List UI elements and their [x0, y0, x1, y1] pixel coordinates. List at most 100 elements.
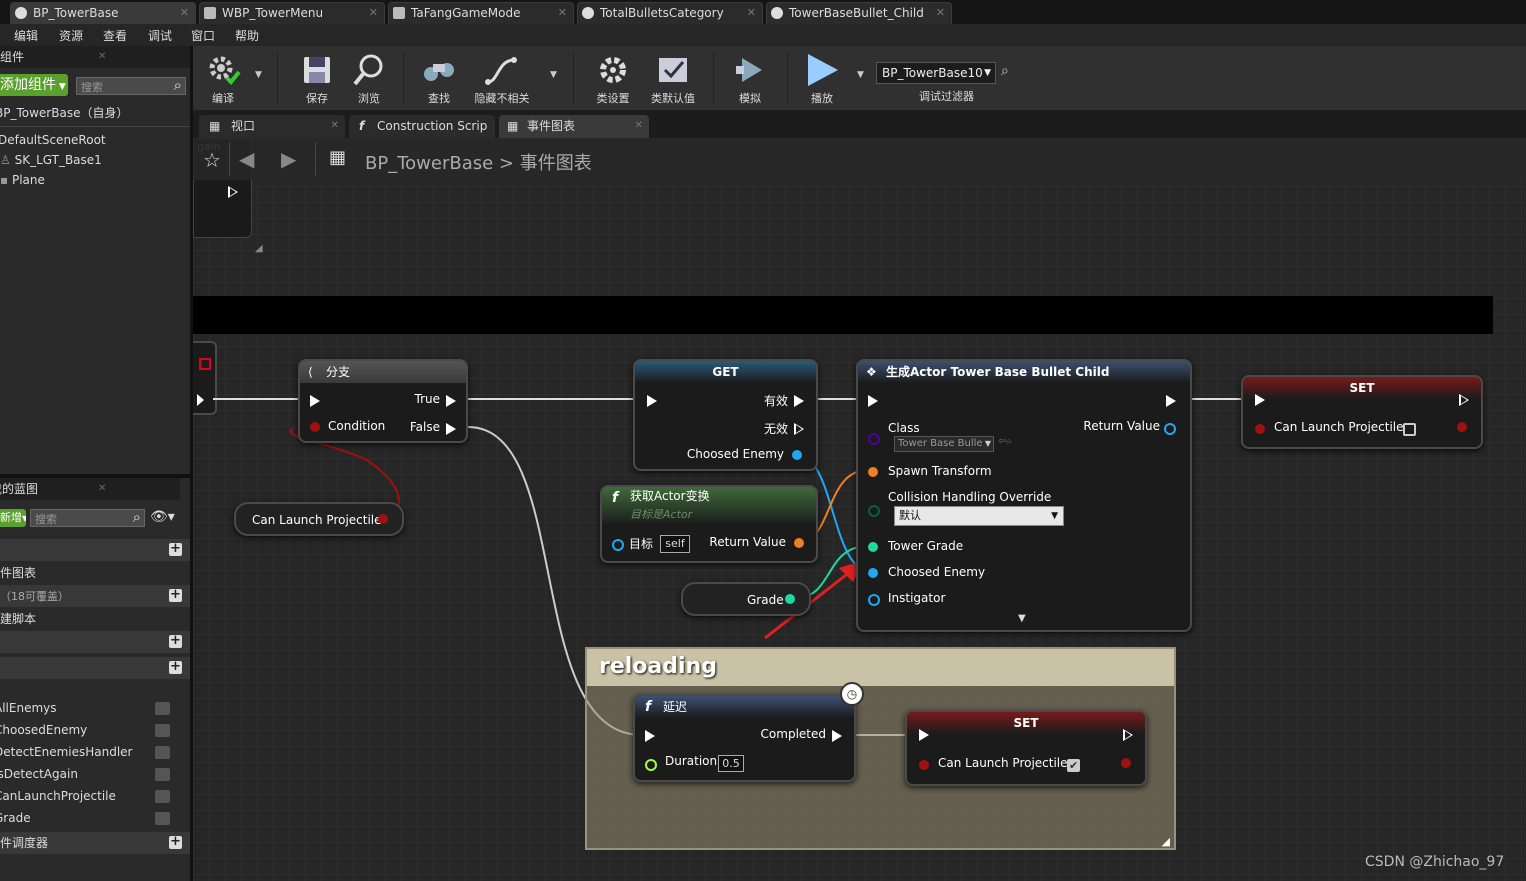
- grade-getter[interactable]: Grade: [681, 582, 811, 616]
- variable-item[interactable]: AllEnemys: [0, 698, 184, 718]
- add-variable-icon[interactable]: +: [169, 660, 182, 674]
- instigator-pin[interactable]: [868, 594, 880, 606]
- find-button[interactable]: 查找: [415, 46, 463, 110]
- bool-output-pin[interactable]: [378, 514, 388, 524]
- tab-bp-towerbase[interactable]: BP_TowerBase ✕: [10, 2, 196, 24]
- add-function-icon[interactable]: +: [169, 588, 182, 602]
- favorite-star-icon[interactable]: ☆: [203, 148, 221, 172]
- exec-out-pin[interactable]: [1166, 395, 1176, 407]
- int-output-pin[interactable]: [785, 594, 795, 604]
- close-icon[interactable]: ✕: [635, 115, 643, 137]
- visibility-toggle-icon[interactable]: [155, 724, 170, 737]
- get-actor-transform-node[interactable]: f 获取Actor变换 目标是Actor 目标 self Return Valu…: [600, 485, 818, 563]
- duration-pin[interactable]: [645, 759, 657, 771]
- play-dropdown-icon[interactable]: ▼: [857, 70, 864, 80]
- exec-out-pin[interactable]: [1123, 729, 1133, 741]
- true-exec-pin[interactable]: [446, 395, 456, 407]
- tab-wbp-towermenu[interactable]: WBP_TowerMenu ✕: [199, 2, 385, 24]
- is-not-valid-exec-pin[interactable]: [794, 423, 804, 435]
- close-icon[interactable]: ✕: [98, 46, 106, 68]
- compile-dropdown-icon[interactable]: ▼: [255, 70, 262, 80]
- tree-item-sk-lgt-base1[interactable]: ♙ SK_LGT_Base1: [0, 150, 190, 170]
- close-icon[interactable]: ✕: [331, 115, 339, 137]
- exec-in-pin[interactable]: [310, 395, 320, 407]
- spawn-actor-node[interactable]: ❖ 生成Actor Tower Base Bullet Child Class …: [856, 359, 1192, 632]
- variable-item[interactable]: ChoosedEnemy: [0, 720, 184, 740]
- play-button[interactable]: 播放: [797, 46, 847, 110]
- get-validated-node[interactable]: GET 有效 无效 Choosed Enemy: [633, 359, 818, 471]
- my-blueprint-search-input[interactable]: 搜索 ⌕: [30, 508, 145, 527]
- tab-event-graph[interactable]: ▦ 事件图表 ✕: [499, 115, 649, 138]
- save-button[interactable]: 保存: [293, 46, 341, 110]
- tab-construction-script[interactable]: f Construction Scrip: [349, 115, 495, 138]
- event-graph-canvas[interactable]: gain ◢ ⟨ 分支 True: [193, 138, 1526, 881]
- self-row[interactable]: BP_TowerBase（自身）: [0, 102, 185, 124]
- add-dispatcher-icon[interactable]: +: [169, 835, 182, 849]
- add-macro-icon[interactable]: +: [169, 634, 182, 648]
- branch-node[interactable]: ⟨ 分支 True Condition False: [298, 359, 468, 443]
- close-icon[interactable]: ✕: [747, 3, 756, 23]
- exec-in-pin[interactable]: [645, 730, 655, 742]
- class-select[interactable]: Tower Base Bulle ▼: [894, 436, 994, 452]
- visibility-toggle-icon[interactable]: [155, 702, 170, 715]
- menu-window[interactable]: 窗口: [191, 27, 215, 44]
- can-launch-checkbox-checked[interactable]: ✔: [1067, 759, 1080, 772]
- condition-pin[interactable]: [310, 422, 320, 432]
- exec-in-pin[interactable]: [1255, 394, 1265, 406]
- duration-field[interactable]: 0.5: [718, 755, 744, 772]
- close-icon[interactable]: ✕: [180, 3, 189, 23]
- target-self-field[interactable]: self: [660, 535, 690, 553]
- tree-item-plane[interactable]: ▪ Plane: [0, 170, 190, 190]
- menu-debug[interactable]: 调试: [148, 27, 172, 44]
- class-pin[interactable]: [868, 433, 880, 445]
- components-search-input[interactable]: 搜索 ⌕: [76, 76, 186, 95]
- is-valid-exec-pin[interactable]: [794, 395, 804, 407]
- variable-item[interactable]: Grade: [0, 808, 184, 828]
- delay-node[interactable]: f 延迟 ◷ Completed Duration 0.5: [633, 682, 864, 782]
- can-launch-projectile-getter[interactable]: Can Launch Projectile: [234, 502, 404, 536]
- set-can-launch-true-node[interactable]: SET Can Launch Projectile ✔: [905, 710, 1147, 786]
- add-new-button[interactable]: 新增▼: [0, 509, 26, 527]
- collision-select[interactable]: 默认 ▼: [894, 506, 1064, 526]
- choosed-enemy-pin[interactable]: [868, 568, 878, 578]
- dispatchers-section[interactable]: 事件调度器 +: [0, 832, 190, 854]
- tab-tafanggamemode[interactable]: TaFangGameMode ✕: [388, 2, 574, 24]
- expand-arrow-icon[interactable]: ▼: [1018, 613, 1026, 624]
- completed-exec-pin[interactable]: [832, 730, 842, 742]
- variable-item[interactable]: IsDetectAgain: [0, 764, 184, 784]
- compile-button[interactable]: 编译: [197, 46, 249, 110]
- class-defaults-button[interactable]: 类默认值: [645, 46, 701, 110]
- close-icon[interactable]: ✕: [558, 3, 567, 23]
- bool-output-pin[interactable]: [1457, 422, 1467, 432]
- target-pin[interactable]: [612, 539, 624, 551]
- choosed-enemy-output-pin[interactable]: [792, 450, 802, 460]
- tab-towerbasebullet-child[interactable]: TowerBaseBullet_Child ✕: [766, 2, 952, 24]
- breadcrumb-blueprint[interactable]: BP_TowerBase: [365, 153, 493, 174]
- menu-help[interactable]: 帮助: [235, 27, 259, 44]
- class-settings-button[interactable]: 类设置: [587, 46, 639, 110]
- exec-in-pin[interactable]: [868, 395, 878, 407]
- add-graph-icon[interactable]: +: [169, 542, 182, 556]
- visibility-eye-icon[interactable]: 👁▾: [150, 509, 175, 525]
- add-component-button[interactable]: 添加组件 ▼: [0, 74, 68, 96]
- functions-section[interactable]: （18可覆盖） +: [0, 585, 190, 607]
- tree-item-defaultsceneroot[interactable]: DefaultSceneRoot: [0, 130, 188, 150]
- menu-view[interactable]: 查看: [103, 27, 127, 44]
- variable-item[interactable]: CanLaunchProjectile: [0, 786, 184, 806]
- macros-section[interactable]: +: [0, 631, 190, 653]
- spawn-transform-pin[interactable]: [868, 467, 878, 477]
- hide-unrelated-dropdown-icon[interactable]: ▼: [550, 70, 557, 80]
- bool-output-pin[interactable]: [1121, 758, 1131, 768]
- collision-pin[interactable]: [868, 505, 880, 517]
- browse-button[interactable]: 浏览: [345, 46, 393, 110]
- false-exec-pin[interactable]: [446, 423, 456, 435]
- close-icon[interactable]: ✕: [936, 3, 945, 23]
- breadcrumb-graph[interactable]: 事件图表: [520, 153, 592, 174]
- forward-arrow-icon[interactable]: ▶: [281, 147, 296, 171]
- graphs-section[interactable]: +: [0, 539, 190, 561]
- hide-unrelated-button[interactable]: 隐藏不相关: [469, 46, 535, 110]
- resize-handle-icon[interactable]: ◢: [1162, 835, 1170, 848]
- exec-in-pin[interactable]: [919, 729, 929, 741]
- browse-arrow-icon[interactable]: ⇦⌕: [998, 436, 1012, 447]
- bool-input-pin[interactable]: [1255, 424, 1265, 434]
